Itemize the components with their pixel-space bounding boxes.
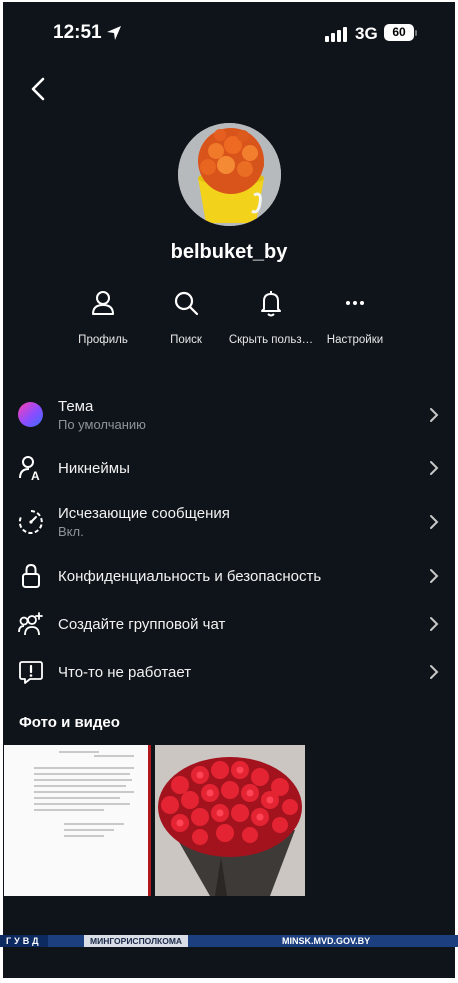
settings-row-report-problem[interactable]: Что-то не работает	[3, 649, 455, 695]
avatar[interactable]	[178, 123, 281, 226]
source-org: МИНГОРИСПОЛКОМА	[84, 935, 189, 947]
nickname-icon: A	[19, 456, 40, 481]
media-thumbnail-flowers[interactable]	[155, 745, 305, 896]
settings-action-button[interactable]: Настройки	[307, 286, 403, 354]
row-title: Исчезающие сообщения	[58, 505, 230, 522]
profile-action-label: Профиль	[78, 334, 128, 346]
more-icon	[346, 301, 364, 305]
settings-action-label: Настройки	[326, 334, 384, 346]
theme-color-icon	[18, 402, 44, 428]
row-title: Никнеймы	[58, 460, 130, 477]
mute-action-button[interactable]: Скрыть польз…	[223, 286, 319, 354]
search-action-label: Поиск	[170, 334, 202, 346]
svg-text:A: A	[31, 469, 40, 481]
settings-row-theme[interactable]: Тема По умолчанию	[3, 392, 455, 438]
source-banner: ГУВД МИНГОРИСПОЛКОМА MINSK.MVD.GOV.BY	[0, 935, 458, 947]
avatar-image	[178, 123, 281, 226]
row-subtitle: По умолчанию	[58, 417, 146, 432]
network-type: 3G	[355, 24, 378, 43]
lock-icon	[22, 563, 40, 588]
person-icon	[92, 291, 114, 315]
profile-action-button[interactable]: Профиль	[55, 286, 151, 354]
settings-row-disappearing-messages[interactable]: Исчезающие сообщения Вкл.	[3, 499, 455, 545]
row-title: Конфиденциальность и безопасность	[58, 568, 322, 585]
mute-action-label: Скрыть польз…	[228, 334, 314, 346]
battery-level: 60	[384, 24, 414, 41]
group-add-icon	[18, 612, 43, 636]
bell-icon	[261, 291, 281, 317]
cell-signal-icon	[325, 26, 351, 42]
chevron-right-icon	[430, 515, 439, 529]
search-icon	[174, 291, 199, 316]
report-icon	[19, 661, 43, 684]
messenger-screen: 12:51 3G 60 belbuket_by Профиль Поиск Ск…	[3, 2, 455, 978]
settings-row-group-chat[interactable]: Создайте групповой чат	[3, 601, 455, 647]
row-subtitle: Вкл.	[58, 524, 84, 539]
source-tag: ГУВД	[0, 935, 48, 947]
back-button[interactable]	[25, 74, 51, 104]
source-url: MINSK.MVD.GOV.BY	[282, 936, 371, 946]
row-title: Что-то не работает	[58, 664, 192, 681]
settings-row-privacy[interactable]: Конфиденциальность и безопасность	[3, 553, 455, 599]
battery-cap	[415, 30, 417, 36]
media-section-title: Фото и видео	[19, 714, 120, 731]
search-action-button[interactable]: Поиск	[138, 286, 234, 354]
location-arrow-icon	[107, 26, 121, 40]
chevron-right-icon	[430, 408, 439, 422]
media-thumbnail-document[interactable]	[4, 745, 151, 896]
chevron-right-icon	[430, 461, 439, 475]
row-title: Тема	[58, 398, 94, 415]
row-title: Создайте групповой чат	[58, 616, 226, 633]
profile-username: belbuket_by	[170, 241, 288, 263]
status-time: 12:51	[53, 22, 102, 43]
settings-row-nicknames[interactable]: A Никнеймы	[3, 445, 455, 491]
chevron-right-icon	[430, 617, 439, 631]
timer-icon	[18, 510, 43, 534]
chevron-right-icon	[430, 665, 439, 679]
chevron-right-icon	[430, 569, 439, 583]
flower-bouquet-image	[155, 745, 305, 896]
